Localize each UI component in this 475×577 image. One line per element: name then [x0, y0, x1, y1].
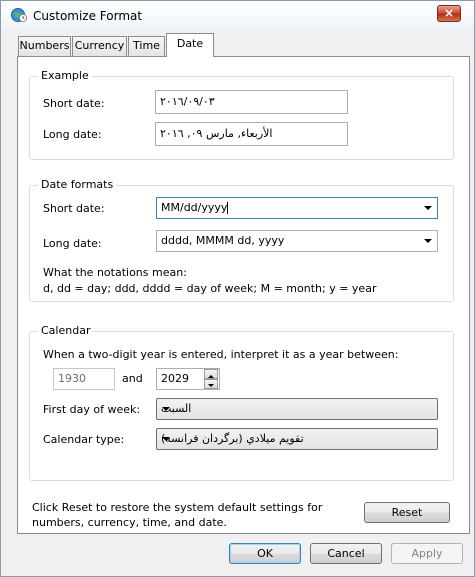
two-digit-year-text: When a two-digit year is entered, interp…: [43, 348, 399, 361]
date-formats-group: Date formats Short date: MM/dd/yyyy Long…: [29, 178, 454, 302]
example-short-date-label: Short date:: [43, 97, 105, 110]
ok-button[interactable]: OK: [229, 543, 301, 564]
window-title: Customize Format: [33, 9, 143, 23]
close-icon: ×: [443, 6, 455, 20]
year-from-field: 1930: [53, 368, 115, 390]
and-label: and: [122, 372, 143, 385]
title-bar: Customize Format ×: [1, 1, 474, 31]
example-group: Example Short date: ٢٠١٦/٠٩/٠٣ Long date…: [29, 69, 454, 160]
tab-numbers[interactable]: Numbers: [18, 36, 71, 56]
spin-down-button[interactable]: [204, 379, 218, 389]
notations-title: What the notations mean:: [43, 266, 187, 279]
calendar-type-combo[interactable]: تقويم ميلادي (برگردان فرانسه): [156, 428, 438, 450]
year-to-spinner[interactable]: [204, 369, 218, 389]
year-from-value: 1930: [58, 372, 86, 385]
tab-date[interactable]: Date: [166, 33, 214, 57]
short-date-format-label: Short date:: [43, 202, 105, 215]
short-date-format-combo[interactable]: MM/dd/yyyy: [156, 197, 438, 219]
short-date-format-value: MM/dd/yyyy: [161, 201, 228, 214]
reset-button[interactable]: Reset: [364, 502, 450, 523]
example-long-date-field: الأربعاء, مارس ٠٩, ٢٠١٦: [155, 122, 348, 146]
chevron-down-icon[interactable]: [162, 437, 170, 441]
long-date-format-value: dddd, MMMM dd, yyyy: [161, 234, 285, 247]
apply-button[interactable]: Apply: [391, 543, 463, 564]
calendar-type-label: Calendar type:: [43, 433, 125, 446]
example-long-date-label: Long date:: [43, 128, 102, 141]
spin-up-button[interactable]: [204, 369, 218, 379]
reset-description-line2: numbers, currency, time, and date.: [32, 516, 227, 529]
year-to-value: 2029: [161, 372, 189, 385]
notations-text: d, dd = day; ddd, dddd = day of week; M …: [43, 282, 377, 295]
chevron-down-icon: [208, 384, 214, 387]
calendar-group: Calendar When a two-digit year is entere…: [29, 324, 454, 481]
customize-format-dialog: Customize Format × Numbers Currency Time…: [0, 0, 475, 577]
example-short-date-field: ٢٠١٦/٠٩/٠٣: [155, 90, 348, 114]
chevron-down-icon[interactable]: [162, 407, 170, 411]
long-date-format-combo[interactable]: dddd, MMMM dd, yyyy: [156, 230, 438, 252]
long-date-format-label: Long date:: [43, 237, 102, 250]
tab-time[interactable]: Time: [128, 36, 165, 56]
first-day-label: First day of week:: [43, 403, 141, 416]
close-button[interactable]: ×: [437, 5, 461, 22]
date-tab-panel: Example Short date: ٢٠١٦/٠٩/٠٣ Long date…: [17, 56, 470, 534]
example-legend: Example: [38, 69, 92, 82]
calendar-type-value: تقويم ميلادي (برگردان فرانسه): [161, 432, 304, 445]
first-day-combo[interactable]: السبت: [156, 398, 438, 420]
text-caret: [227, 202, 229, 214]
example-long-date-value: الأربعاء, مارس ٠٩, ٢٠١٦: [160, 127, 273, 140]
calendar-legend: Calendar: [38, 324, 94, 337]
reset-description-line1: Click Reset to restore the system defaul…: [32, 501, 323, 514]
tab-currency[interactable]: Currency: [72, 36, 127, 56]
globe-clock-icon: [11, 8, 27, 22]
chevron-down-icon[interactable]: [424, 206, 432, 210]
cancel-button[interactable]: Cancel: [310, 543, 382, 564]
chevron-down-icon[interactable]: [424, 239, 432, 243]
example-short-date-value: ٢٠١٦/٠٩/٠٣: [160, 95, 215, 108]
date-formats-legend: Date formats: [38, 178, 117, 191]
